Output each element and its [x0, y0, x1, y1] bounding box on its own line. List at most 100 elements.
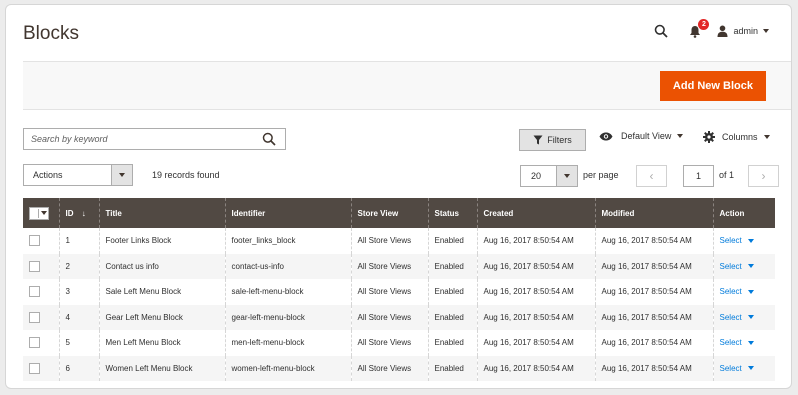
cell-title: Men Left Menu Block: [98, 330, 225, 356]
cell-status: Enabled: [427, 253, 477, 279]
header-actions: 2 admin: [651, 19, 769, 41]
table-row: 2 Contact us info contact-us-info All St…: [23, 253, 775, 279]
row-checkbox[interactable]: [29, 235, 40, 247]
records-count: 19 records found: [152, 170, 220, 180]
previous-page-button[interactable]: ‹: [636, 165, 667, 187]
notifications-button[interactable]: 2: [685, 19, 710, 41]
column-header-id[interactable]: ID ↓: [58, 198, 99, 228]
column-header-modified[interactable]: Modified: [594, 198, 713, 228]
table-row: 1 Footer Links Block footer_links_block …: [23, 228, 775, 254]
add-new-block-button[interactable]: Add New Block: [659, 71, 766, 101]
cell-identifier: women-left-menu-block: [224, 355, 351, 381]
chevron-right-icon: ›: [761, 169, 766, 183]
row-checkbox[interactable]: [29, 337, 40, 349]
cell-store-view: All Store Views: [350, 228, 428, 254]
per-page-value: 20: [531, 171, 542, 181]
mass-select-header: [23, 198, 59, 228]
row-checkbox[interactable]: [29, 362, 40, 374]
row-checkbox[interactable]: [29, 260, 40, 272]
chevron-down-icon: [763, 135, 770, 139]
blocks-grid: ID ↓ Title Identifier Store View Status …: [23, 198, 775, 381]
cell-identifier: gear-left-menu-block: [224, 304, 351, 330]
row-action-select[interactable]: Select: [720, 364, 754, 373]
mass-actions-select[interactable]: Actions: [23, 164, 133, 186]
cell-id: 1: [58, 228, 99, 254]
columns-dropdown[interactable]: Columns: [703, 131, 770, 143]
filters-button[interactable]: Filters: [519, 129, 586, 151]
global-search-button[interactable]: [651, 21, 671, 41]
search-icon: [655, 24, 669, 38]
cell-identifier: men-left-menu-block: [224, 330, 351, 356]
table-row: 5 Men Left Menu Block men-left-menu-bloc…: [23, 330, 775, 356]
chevron-left-icon: ‹: [649, 169, 654, 183]
cell-status: Enabled: [427, 330, 477, 356]
search-submit-button[interactable]: [259, 129, 279, 149]
table-row: 3 Sale Left Menu Block sale-left-menu-bl…: [23, 279, 775, 305]
cell-id: 2: [58, 253, 99, 279]
cell-store-view: All Store Views: [350, 330, 428, 356]
cell-created: Aug 16, 2017 8:50:54 AM: [476, 355, 595, 381]
cell-title: Gear Left Menu Block: [98, 304, 225, 330]
actions-select-value: Actions: [33, 170, 63, 180]
chevron-down-icon: [747, 366, 754, 371]
cell-modified: Aug 16, 2017 8:50:54 AM: [594, 228, 713, 254]
table-row: 6 Women Left Menu Block women-left-menu-…: [23, 355, 775, 381]
column-header-store-view[interactable]: Store View: [350, 198, 428, 228]
cell-title: Footer Links Block: [98, 228, 225, 254]
column-header-title[interactable]: Title: [98, 198, 225, 228]
chevron-down-icon: [763, 29, 769, 33]
cell-modified: Aug 16, 2017 8:50:54 AM: [594, 330, 713, 356]
cell-identifier: footer_links_block: [224, 228, 351, 254]
row-action-select[interactable]: Select: [720, 236, 754, 245]
notifications-badge: 2: [698, 19, 710, 30]
cell-status: Enabled: [427, 304, 477, 330]
gear-icon: [703, 131, 715, 143]
search-input[interactable]: [24, 129, 259, 149]
next-page-button[interactable]: ›: [748, 165, 779, 187]
chevron-down-icon: [747, 289, 754, 294]
cell-created: Aug 16, 2017 8:50:54 AM: [476, 279, 595, 305]
cell-identifier: sale-left-menu-block: [224, 279, 351, 305]
view-label: Default View: [621, 131, 672, 141]
cell-id: 6: [58, 355, 99, 381]
user-menu[interactable]: admin: [717, 25, 769, 37]
row-action-select[interactable]: Select: [720, 287, 754, 296]
row-checkbox[interactable]: [29, 286, 40, 298]
table-row: 4 Gear Left Menu Block gear-left-menu-bl…: [23, 304, 775, 330]
columns-label: Columns: [722, 132, 758, 142]
column-header-identifier[interactable]: Identifier: [224, 198, 351, 228]
user-name: admin: [733, 26, 758, 36]
cell-id: 5: [58, 330, 99, 356]
page-number-input[interactable]: [683, 165, 714, 187]
select-arrow: [111, 165, 132, 185]
cell-status: Enabled: [427, 279, 477, 305]
row-checkbox[interactable]: [29, 311, 40, 323]
filters-label: Filters: [547, 135, 572, 145]
cell-modified: Aug 16, 2017 8:50:54 AM: [594, 355, 713, 381]
column-header-action: Action: [712, 198, 775, 228]
select-arrow: [556, 166, 577, 186]
page-actions-bar: Add New Block: [23, 61, 791, 110]
mass-select-checkbox[interactable]: [29, 206, 49, 220]
chevron-down-icon: [40, 211, 47, 215]
cell-status: Enabled: [427, 228, 477, 254]
page-total: of 1: [719, 170, 735, 180]
cell-modified: Aug 16, 2017 8:50:54 AM: [594, 304, 713, 330]
default-view-dropdown[interactable]: Default View: [599, 131, 684, 141]
cell-id: 3: [58, 279, 99, 305]
per-page-select[interactable]: 20: [520, 165, 578, 187]
app-window: Blocks 2 admin Add New Block Search by k…: [5, 4, 792, 389]
column-header-created[interactable]: Created: [476, 198, 595, 228]
row-action-select[interactable]: Select: [720, 313, 754, 322]
funnel-icon: [533, 135, 543, 145]
chevron-down-icon: [747, 264, 754, 269]
chevron-down-icon: [747, 238, 754, 243]
column-header-status[interactable]: Status: [427, 198, 477, 228]
cell-created: Aug 16, 2017 8:50:54 AM: [476, 330, 595, 356]
chevron-down-icon: [747, 340, 754, 345]
chevron-down-icon: [564, 174, 570, 178]
cell-title: Women Left Menu Block: [98, 355, 225, 381]
cell-created: Aug 16, 2017 8:50:54 AM: [476, 228, 595, 254]
row-action-select[interactable]: Select: [720, 338, 754, 347]
row-action-select[interactable]: Select: [720, 262, 754, 271]
